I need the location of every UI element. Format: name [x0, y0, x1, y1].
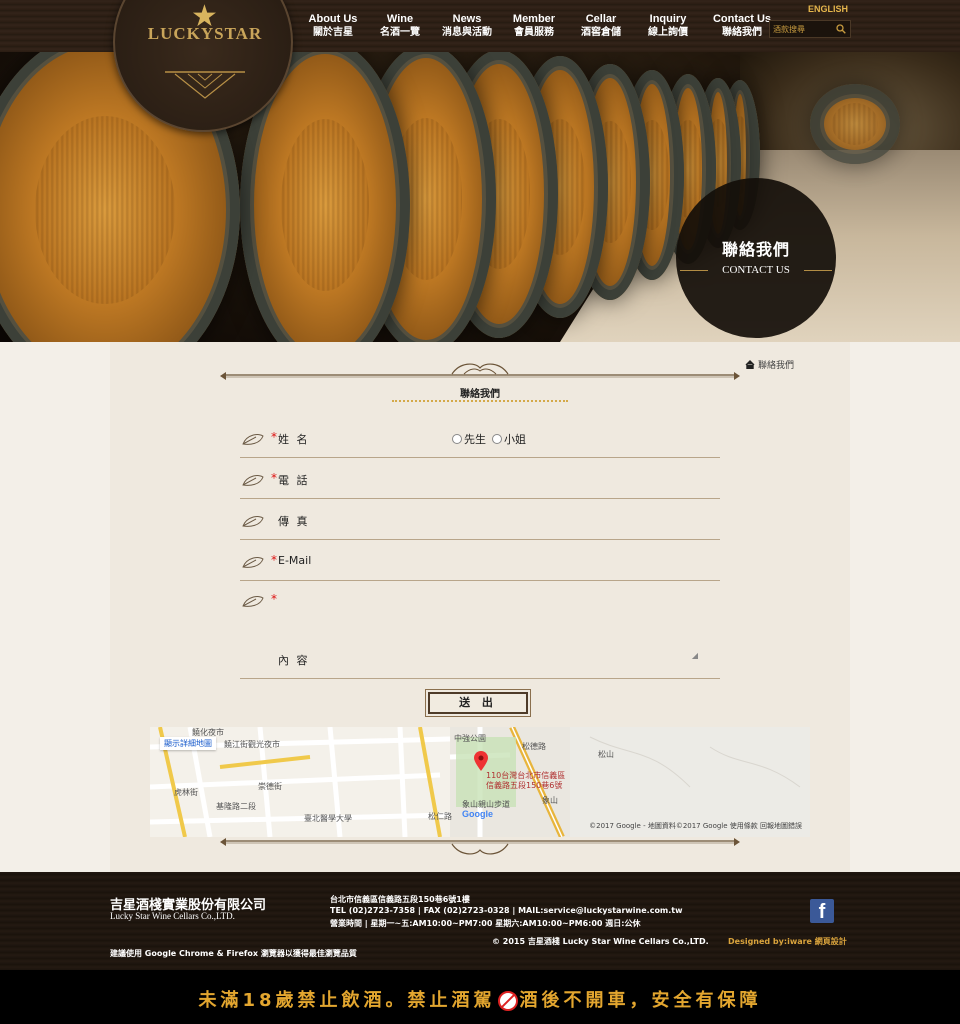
map-label: 松山 — [598, 750, 614, 759]
leaf-icon — [242, 516, 264, 527]
logo-text: LUCKYSTAR — [147, 24, 263, 43]
required-mark: * — [271, 553, 277, 567]
footer-address: 台北市信義區信義路五段150巷6號1樓 — [330, 895, 470, 904]
leaf-icon — [242, 475, 264, 486]
google-logo: Google — [462, 809, 493, 819]
leaf-icon — [242, 557, 264, 568]
footer-contact: TEL (02)2723-7358 | FAX (02)2723-0328 | … — [330, 906, 683, 915]
nav-item-inquiry[interactable]: Inquiry 線上詢價 — [635, 12, 701, 39]
english-language-link[interactable]: ENGLISH — [808, 4, 848, 14]
breadcrumb: 聯絡我們 — [745, 358, 794, 371]
map-detail-link[interactable]: 顯示詳細地圖 — [160, 737, 216, 750]
nav-item-label-zh: 名酒一覽 — [380, 27, 420, 38]
content-field-row: * 內 容 ◢ — [240, 586, 720, 679]
map-label: 崇德街 — [258, 782, 282, 791]
nav-item-label-en: Cellar — [585, 13, 617, 25]
phone-field-row[interactable]: * 電 話 — [240, 463, 720, 499]
field-label: 電 話 — [278, 474, 310, 487]
home-icon[interactable] — [745, 360, 755, 369]
site-footer: 吉星酒棧實業股份有限公司 Lucky Star Wine Cellars Co.… — [0, 872, 960, 970]
submit-button[interactable]: 送 出 — [428, 692, 528, 714]
resize-grip-icon[interactable]: ◢ — [692, 651, 698, 660]
search-icon[interactable] — [834, 22, 848, 36]
map-label: 饒化夜市 — [192, 728, 224, 737]
footer-hours: 營業時間 | 星期一~五:AM10:00~PM7:00 星期六:AM10:00~… — [330, 919, 641, 928]
name-field-row: * 姓 名 先生 小姐 — [240, 422, 720, 458]
field-label: 姓 名 — [278, 433, 310, 446]
field-label: 內 容 — [278, 654, 310, 667]
radio-label: 先生 — [464, 433, 486, 446]
radio-ms[interactable] — [492, 434, 502, 444]
warning-text: 未滿18歲禁止飲酒。禁止酒駕 酒後不開車，安全有保障 — [198, 986, 761, 1012]
nav-item-label-zh: 關於吉星 — [313, 27, 353, 38]
nav-item-label-en: Member — [512, 13, 556, 25]
search-box — [769, 20, 851, 38]
main-navigation: About Us 關於吉星 Wine 名酒一覽 News 消息與活動 Membe… — [300, 12, 783, 39]
nav-item-label-en: Wine — [386, 13, 414, 25]
map-attribution[interactable]: ©2017 Google - 地圖資料©2017 Google 使用條款 回報地… — [589, 821, 802, 831]
warning-text-part: 酒後不開車，安全有保障 — [519, 990, 762, 1011]
designer-credit-link[interactable]: Designed by:iware 網頁設計 — [728, 936, 847, 947]
nav-item-label-zh: 酒窖倉儲 — [581, 27, 621, 38]
leaf-icon — [242, 434, 264, 445]
map-address: 110台灣台北市信義區 信義路五段150巷6號 — [486, 771, 565, 791]
map-label: 松仁路 — [428, 812, 452, 821]
field-label: E-Mail — [278, 554, 312, 567]
no-drink-driving-icon — [497, 991, 518, 1011]
required-mark: * — [271, 430, 277, 444]
facebook-icon[interactable]: f — [810, 899, 834, 923]
barrel — [810, 84, 900, 164]
map-label: 虎林街 — [174, 788, 198, 797]
field-label: 傳 真 — [278, 515, 310, 528]
nav-item-label-zh: 線上詢價 — [648, 27, 688, 38]
nav-item-label-en: Inquiry — [649, 13, 687, 25]
main-content: 聯絡我們 聯絡我們 * 姓 名 先生 小姐 * 電 話 傳 真 * E-Mail… — [110, 342, 850, 872]
nav-item-label-en: News — [452, 13, 482, 25]
salutation-radio-group: 先生 小姐 — [452, 431, 526, 447]
email-field-row[interactable]: * E-Mail — [240, 545, 720, 581]
map-label: 臺北醫學大學 — [304, 814, 352, 823]
warning-text-part: 未滿18歲禁止飲酒。禁止酒駕 — [198, 990, 496, 1011]
ornament-divider-icon — [220, 838, 740, 855]
copyright: © 2015 吉星酒棧 Lucky Star Wine Cellars Co.,… — [492, 937, 709, 946]
browser-note: 建議使用 Google Chrome & Firefox 瀏覽器以獲得最佳瀏覽品… — [110, 949, 357, 958]
fax-field-row[interactable]: 傳 真 — [240, 504, 720, 540]
radio-mr[interactable] — [452, 434, 462, 444]
nav-item-label-en: About Us — [308, 13, 358, 25]
required-mark: * — [271, 592, 277, 606]
map-label: 松德路 — [522, 742, 546, 751]
title-underline — [392, 400, 568, 402]
map-pin-icon[interactable] — [474, 751, 488, 771]
breadcrumb-current: 聯絡我們 — [757, 361, 794, 371]
nav-item-about[interactable]: About Us 關於吉星 — [300, 12, 366, 39]
map-address-line: 110台灣台北市信義區 — [486, 771, 566, 780]
nav-item-label-zh: 消息與活動 — [442, 27, 492, 38]
map-address-line: 信義路五段150巷6號 — [486, 781, 563, 790]
location-map[interactable]: 顯示詳細地圖 饒化夜市 饒江街觀光夜市 中強公園 松德路 松山 象山親山步道 象… — [150, 727, 810, 837]
divider — [804, 270, 832, 271]
map-label: 象山 — [542, 796, 558, 805]
logo-ornament-icon — [165, 71, 245, 99]
page-title: 聯絡我們 — [721, 240, 790, 259]
google-logo-text: Google — [462, 809, 493, 819]
form-title: 聯絡我們 — [460, 389, 500, 400]
nav-item-news[interactable]: News 消息與活動 — [434, 12, 500, 39]
ornament-divider-icon — [220, 363, 740, 380]
nav-item-cellar[interactable]: Cellar 酒窖倉儲 — [568, 12, 634, 39]
page-title-badge: 聯絡我們 CONTACT US — [676, 178, 836, 338]
leaf-icon — [242, 596, 264, 607]
radio-label: 小姐 — [504, 433, 526, 446]
map-label: 饒江街觀光夜市 — [224, 740, 280, 749]
nav-item-label-zh: 會員服務 — [514, 27, 554, 38]
map-label: 中強公園 — [454, 734, 486, 743]
alcohol-warning-bar: 未滿18歲禁止飲酒。禁止酒駕 酒後不開車，安全有保障 — [0, 970, 960, 1024]
company-name-en: Lucky Star Wine Cellars Co.,LTD. — [110, 911, 235, 921]
required-mark: * — [271, 471, 277, 485]
map-label: 基隆路二段 — [216, 802, 256, 811]
hero-banner: ★ LUCKYSTAR About Us 關於吉星 Wine 名酒一覽 News… — [0, 0, 960, 342]
nav-item-member[interactable]: Member 會員服務 — [501, 12, 567, 39]
nav-item-wine[interactable]: Wine 名酒一覽 — [367, 12, 433, 39]
search-input[interactable] — [770, 24, 834, 34]
content-textarea[interactable] — [462, 590, 697, 654]
